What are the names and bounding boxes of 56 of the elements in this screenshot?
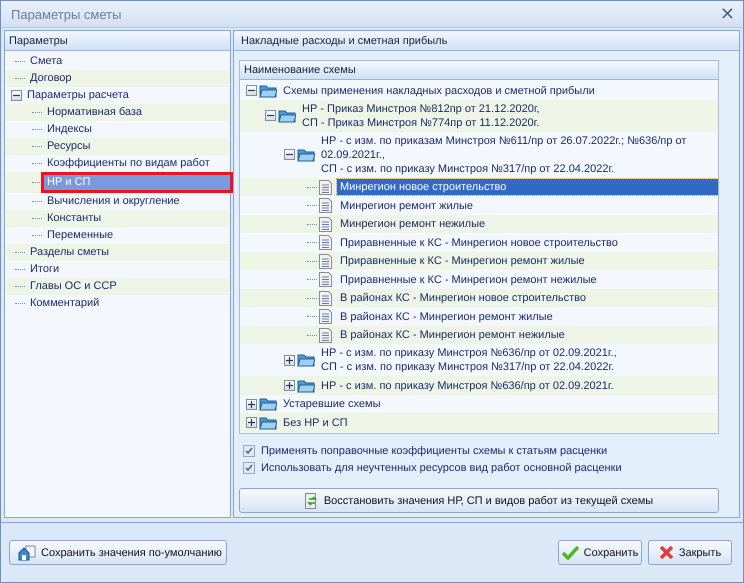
save-button[interactable]: Сохранить <box>558 540 642 566</box>
sidebar-item[interactable]: Ресурсы <box>44 139 94 154</box>
close-icon <box>658 545 674 560</box>
sidebar-item[interactable]: Переменные <box>44 228 116 244</box>
folder-icon <box>259 397 277 412</box>
panel-header: Накладные расходы и сметная прибыль <box>234 31 739 52</box>
tree-item[interactable]: Минрегион ремонт жилые <box>337 198 476 214</box>
folder-icon <box>278 108 296 123</box>
checkbox-label: Использовать для неучтенных ресурсов вид работ основной расценки <box>261 462 622 474</box>
tree-item[interactable]: НР - с изм. по приказу Минстроя №636/пр от 02.09.2021г., СП - с изм. по приказу Минстроя №317/пр от 22.04.2022г. <box>318 345 620 376</box>
house-document-icon <box>18 544 36 561</box>
sidebar-item[interactable]: Коэффициенты по видам работ <box>44 156 213 172</box>
tree-item[interactable]: Устаревшие схемы <box>280 396 384 412</box>
checkmark-icon <box>562 546 579 560</box>
tree-item[interactable]: Приравненные к КС - Минрегион ремонт нежилые <box>337 272 600 288</box>
folder-icon <box>259 84 277 98</box>
expand-toggle[interactable] <box>284 149 295 160</box>
checkbox[interactable] <box>243 462 255 474</box>
column-header[interactable]: Наименование схемы <box>240 61 718 80</box>
folder-icon <box>297 353 315 368</box>
expand-toggle[interactable] <box>284 380 295 392</box>
window-title: Параметры сметы <box>11 6 122 22</box>
plus-icon <box>286 382 293 390</box>
tree-item[interactable]: Приравненные к КС - Минрегион новое строительство <box>337 234 621 251</box>
close-button[interactable]: × <box>720 5 735 24</box>
expand-toggle[interactable] <box>246 417 257 428</box>
document-arrows-icon <box>304 492 319 509</box>
folder-icon <box>259 416 277 430</box>
sidebar-item[interactable]: Смета <box>27 54 66 70</box>
tree-item[interactable]: Схемы применения накладных расходов и сметной прибыли <box>280 82 598 99</box>
folder-icon <box>297 148 315 162</box>
expand-toggle[interactable] <box>246 85 257 96</box>
plus-icon <box>286 356 293 364</box>
sidebar-item[interactable]: Комментарий <box>27 296 102 312</box>
expand-toggle[interactable] <box>284 354 295 366</box>
sidebar-item[interactable]: Индексы <box>44 122 95 138</box>
folder-icon <box>297 378 315 393</box>
restore-button[interactable]: Восстановить значения НР, СП и видов работ из текущей схемы <box>239 488 719 514</box>
plus-icon <box>248 419 255 426</box>
plus-icon <box>248 400 255 408</box>
sidebar-item[interactable]: Итоги <box>27 262 62 278</box>
sidebar-item[interactable]: Вычисления и округление <box>44 194 183 210</box>
tree-item[interactable]: Без НР и СП <box>280 414 351 431</box>
checkbox-label: Применять поправочные коэффициенты схемы к статьям расценки <box>261 444 608 457</box>
sidebar-item[interactable]: Договор <box>27 71 75 86</box>
close-dialog-button[interactable]: Закрыть <box>648 540 732 566</box>
sidebar-item[interactable]: Параметры расчета <box>24 88 132 104</box>
sidebar-header: Параметры <box>5 31 230 52</box>
expand-toggle[interactable] <box>246 398 257 410</box>
tree-item[interactable]: В районах КС - Минрегион ремонт жилые <box>337 308 556 325</box>
checkbox[interactable] <box>243 444 255 457</box>
tree-item[interactable]: Минрегион новое строительство <box>337 179 718 196</box>
save-default-button[interactable]: Сохранить значения по-умолчанию <box>9 540 227 566</box>
tree-item[interactable]: НР - с изм. по приказам Минстроя №611/пр от 26.07.2022г.; №636/пр от 02.09.2021г., СП - с изм. по приказу Минстроя №317/пр от 22.04.2022г. <box>318 132 690 177</box>
expand-toggle[interactable] <box>265 110 276 122</box>
collapse-toggle[interactable] <box>11 90 22 102</box>
